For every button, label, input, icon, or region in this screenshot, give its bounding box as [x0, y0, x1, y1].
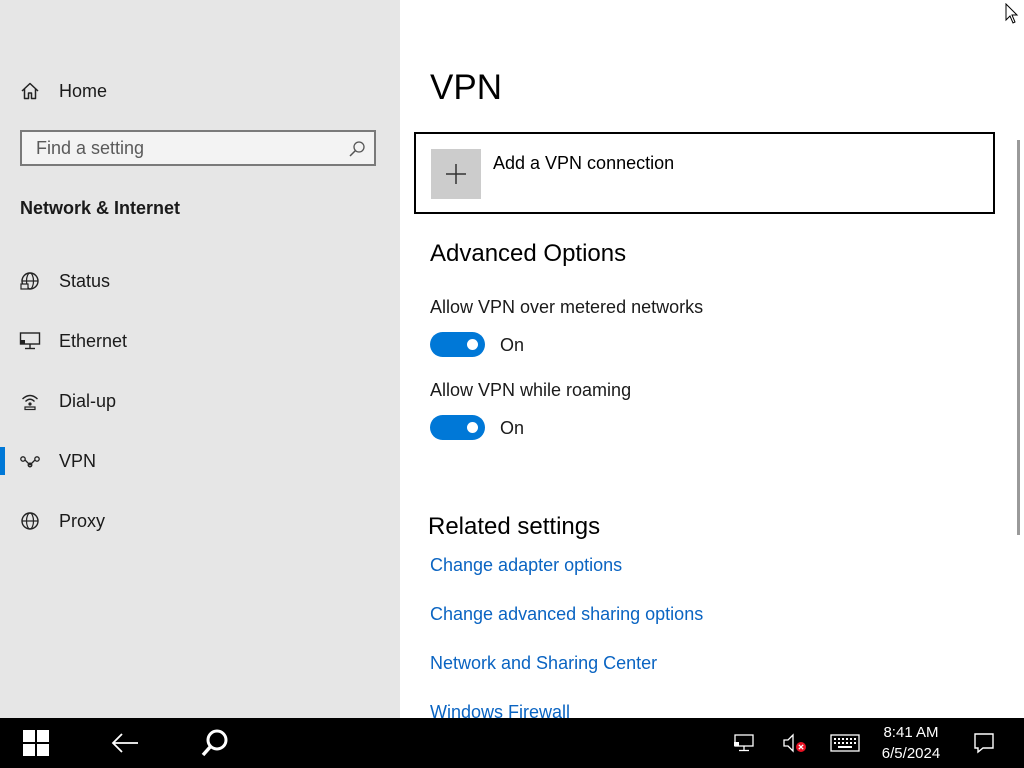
toggle-knob: [467, 339, 478, 350]
clock-time: 8:41 AM: [883, 724, 939, 741]
keyboard-icon: [830, 734, 860, 752]
taskbar: 8:41 AM 6/5/2024: [0, 718, 1024, 768]
advanced-options-heading: Advanced Options: [430, 240, 627, 267]
roaming-toggle[interactable]: [430, 415, 485, 440]
link-change-adapter-options[interactable]: Change adapter options: [430, 555, 622, 576]
add-vpn-connection-button[interactable]: Add a VPN connection: [414, 132, 995, 214]
back-arrow-icon: [111, 733, 138, 753]
add-vpn-label: Add a VPN connection: [493, 153, 675, 173]
volume-muted-icon: [783, 733, 806, 753]
link-change-advanced-sharing[interactable]: Change advanced sharing options: [430, 604, 703, 625]
metered-option-label: Allow VPN over metered networks: [430, 297, 704, 317]
search-input[interactable]: [25, 135, 354, 161]
roaming-toggle-state: On: [500, 418, 525, 438]
sidebar-item-label: Ethernet: [59, 330, 128, 351]
sidebar-item-home[interactable]: Home: [0, 69, 400, 113]
windows-logo-icon: [23, 730, 49, 756]
sidebar-item-label: Status: [59, 270, 111, 291]
roaming-option-label: Allow VPN while roaming: [430, 380, 632, 400]
network-icon: [734, 734, 754, 752]
metered-toggle-state: On: [500, 335, 525, 355]
vpn-icon: [19, 450, 41, 472]
clock[interactable]: 8:41 AM 6/5/2024: [866, 722, 956, 764]
clock-date: 6/5/2024: [881, 745, 941, 762]
search-box[interactable]: [20, 130, 376, 166]
plus-icon: [431, 149, 481, 199]
sidebar-item-vpn[interactable]: VPN: [0, 439, 400, 483]
home-icon: [19, 80, 41, 102]
touch-keyboard-button[interactable]: [826, 718, 864, 768]
metered-toggle[interactable]: [430, 332, 485, 357]
sidebar-item-label: Proxy: [59, 510, 106, 531]
network-tray-button[interactable]: [728, 718, 762, 768]
search-icon[interactable]: [348, 140, 366, 158]
scrollbar[interactable]: [1017, 140, 1020, 535]
ethernet-icon: [19, 330, 41, 352]
sidebar-item-ethernet[interactable]: Ethernet: [0, 319, 400, 363]
globe-status-icon: [19, 270, 41, 292]
action-center-button[interactable]: [966, 718, 1002, 768]
sidebar-item-label: Dial-up: [59, 390, 117, 411]
search-button[interactable]: [184, 718, 246, 768]
sidebar-item-label: VPN: [59, 450, 97, 471]
notification-icon: [974, 733, 994, 754]
taskbar-search-icon: [201, 729, 228, 757]
page-title: VPN: [430, 68, 502, 107]
dial-up-icon: [19, 390, 41, 412]
start-button[interactable]: [0, 718, 72, 768]
back-button[interactable]: [94, 718, 156, 768]
link-network-sharing-center[interactable]: Network and Sharing Center: [430, 653, 657, 674]
sidebar-item-dial-up[interactable]: Dial-up: [0, 379, 400, 423]
sidebar-item-status[interactable]: Status: [0, 259, 400, 303]
sidebar-item-label: Home: [59, 80, 108, 101]
globe-icon: [19, 510, 41, 532]
volume-tray-button[interactable]: [778, 718, 810, 768]
sidebar-item-proxy[interactable]: Proxy: [0, 499, 400, 543]
sidebar: Home Network & Internet Status Ethernet …: [0, 0, 400, 718]
toggle-knob: [467, 422, 478, 433]
related-settings-heading: Related settings: [428, 513, 601, 540]
section-title: Network & Internet: [20, 198, 181, 218]
mouse-cursor-icon: [1005, 2, 1019, 30]
